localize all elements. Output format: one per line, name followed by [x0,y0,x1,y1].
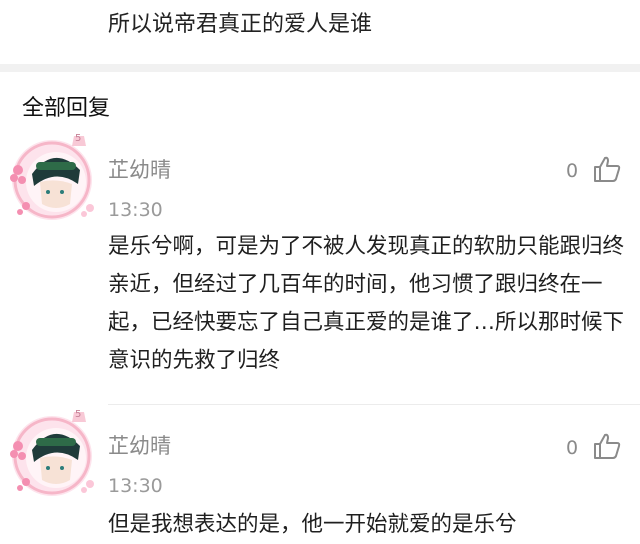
comment-separator [108,404,640,405]
level-badge: 5 [75,409,82,420]
comment-username[interactable]: 芷幼晴 [108,156,171,184]
all-replies-title: 全部回复 [22,96,111,121]
top-post: 所以说帝君真正的爱人是谁 [0,0,640,64]
comment-time: 13:30 [108,199,163,221]
like-button[interactable] [592,431,622,461]
level-badge: 5 [75,133,82,144]
like-count: 0 [566,160,579,182]
avatar[interactable]: 5 [6,409,98,502]
comment-body: 是乐兮啊，可是为了不被人发现真正的软肋只能跟归终亲近，但经过了几百年的时间，他习… [108,234,625,373]
section-divider [0,64,640,72]
thumbs-up-icon [594,433,621,459]
like-button[interactable] [592,154,622,184]
like-count: 0 [566,437,579,459]
comment-time: 13:30 [108,475,163,497]
comment-body: 但是我想表达的是，他一开始就爱的是乐兮 [108,512,517,537]
thumbs-up-icon [594,156,621,182]
avatar-icon [10,412,94,496]
comment-username[interactable]: 芷幼晴 [108,432,171,460]
avatar[interactable]: 5 [6,133,98,226]
top-post-text: 所以说帝君真正的爱人是谁 [108,12,373,37]
avatar-icon [10,136,94,220]
